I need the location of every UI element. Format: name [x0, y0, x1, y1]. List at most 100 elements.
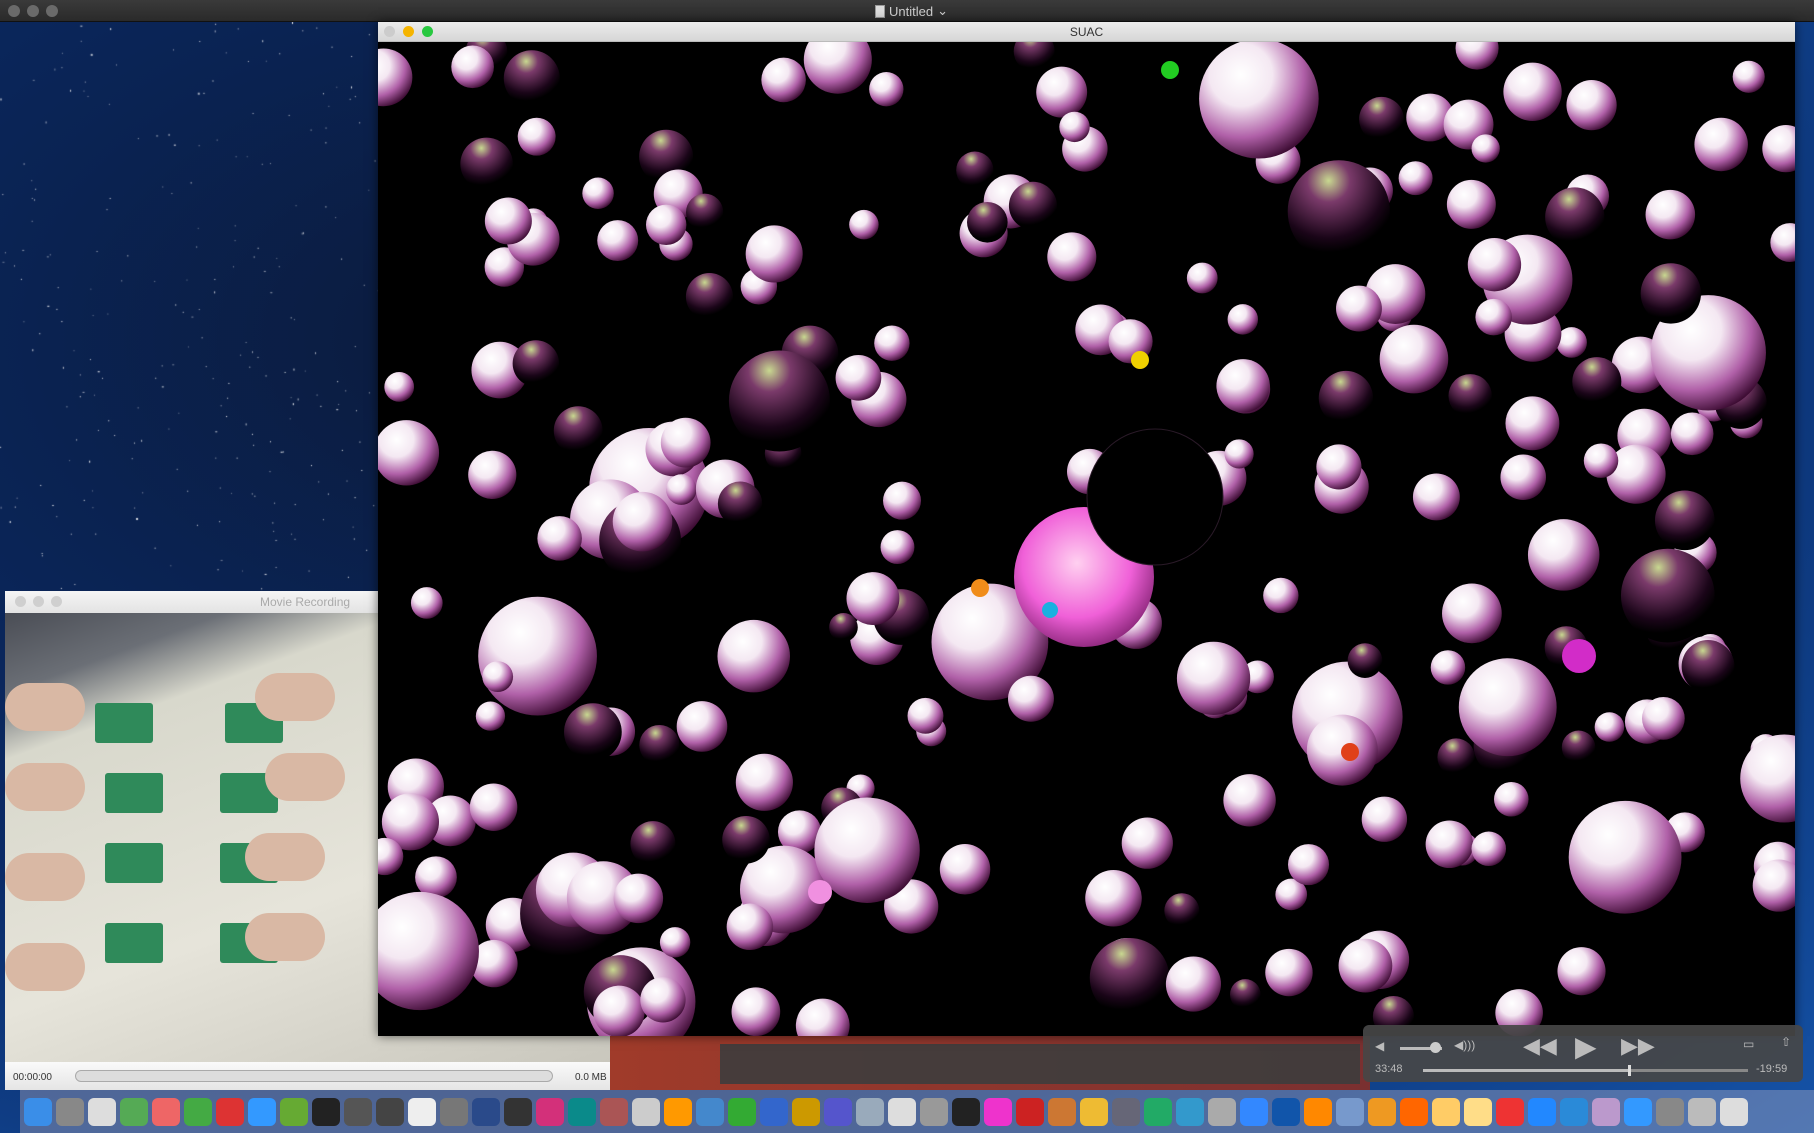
dock-firefox-icon[interactable]: [152, 1097, 180, 1126]
playhead[interactable]: [1627, 1065, 1631, 1076]
close-button[interactable]: [15, 596, 26, 607]
dock-p5-icon[interactable]: [536, 1097, 564, 1126]
dock-todo-icon[interactable]: [1080, 1097, 1108, 1126]
sphere: [512, 340, 560, 387]
sphere: [1493, 781, 1529, 817]
dock-quicktime-icon[interactable]: [1336, 1097, 1364, 1126]
dock-pycharm-icon[interactable]: [504, 1097, 532, 1126]
dock-sound-icon[interactable]: [1592, 1097, 1620, 1126]
minimize-button[interactable]: [33, 596, 44, 607]
dock-disk-icon[interactable]: [1112, 1097, 1140, 1126]
zoom-button[interactable]: [46, 5, 58, 17]
dock-launchpad-icon[interactable]: [56, 1097, 84, 1126]
sphere: [1121, 817, 1173, 869]
sphere: [1089, 937, 1170, 1018]
dock-books-icon[interactable]: [824, 1097, 852, 1126]
close-button[interactable]: [8, 5, 20, 17]
dock-clapper-icon[interactable]: [1304, 1097, 1332, 1126]
dock-game-icon[interactable]: [600, 1097, 628, 1126]
dock-bbedit-icon[interactable]: [280, 1097, 308, 1126]
dock-app-store-icon[interactable]: [1240, 1097, 1268, 1126]
dock-script-icon[interactable]: [792, 1097, 820, 1126]
dock-notes-icon[interactable]: [88, 1097, 116, 1126]
dock-audio-icon[interactable]: [376, 1097, 404, 1126]
dock-camera-icon[interactable]: [920, 1097, 948, 1126]
dock-airplane-icon[interactable]: [664, 1097, 692, 1126]
document-title[interactable]: Untitled ⌄: [875, 3, 948, 19]
dock-prism-icon[interactable]: [728, 1097, 756, 1126]
dock-wifi-icon[interactable]: [1624, 1097, 1652, 1126]
sphere: [1442, 583, 1502, 644]
dock-finder-icon[interactable]: [24, 1097, 52, 1126]
sphere: [1013, 42, 1055, 72]
sphere: [1654, 490, 1715, 551]
finger: [5, 763, 85, 811]
sphere: [1572, 357, 1622, 407]
sphere: [640, 977, 686, 1023]
dock-flash-icon[interactable]: [1016, 1097, 1044, 1126]
dock-itunes-icon[interactable]: [984, 1097, 1012, 1126]
dock-chrome-icon[interactable]: [184, 1097, 212, 1126]
dock-keynote-icon[interactable]: [1432, 1097, 1460, 1126]
dock-home-icon[interactable]: [1176, 1097, 1204, 1126]
dock-photo-booth-icon[interactable]: [1688, 1097, 1716, 1126]
volume-knob[interactable]: [1429, 1042, 1441, 1053]
dock-ftp-icon[interactable]: [1144, 1097, 1172, 1126]
dock-transmit-icon[interactable]: [1208, 1097, 1236, 1126]
dock-settings-icon[interactable]: [1656, 1097, 1684, 1126]
minimize-button[interactable]: [27, 5, 39, 17]
play-button[interactable]: ▶: [1575, 1030, 1597, 1063]
dock-safari-icon[interactable]: [248, 1097, 276, 1126]
window-controls[interactable]: [8, 5, 58, 17]
zoom-button[interactable]: [51, 596, 62, 607]
rewind-button[interactable]: ◀◀: [1523, 1033, 1557, 1059]
sphere: [1437, 738, 1475, 776]
playback-scrubber[interactable]: [1423, 1065, 1748, 1076]
dock-blue-icon[interactable]: [1272, 1097, 1300, 1126]
dock-zoom-icon[interactable]: [1528, 1097, 1556, 1126]
dock-guitar-icon[interactable]: [1048, 1097, 1076, 1126]
share-icon[interactable]: ⇧: [1781, 1035, 1791, 1049]
dock-files-icon[interactable]: [696, 1097, 724, 1126]
finger: [5, 853, 85, 901]
dock-evernote-icon[interactable]: [120, 1097, 148, 1126]
sphere: [1645, 189, 1696, 240]
dock-box-icon[interactable]: [440, 1097, 468, 1126]
sphere: [630, 821, 676, 867]
dock-vivaldi-icon[interactable]: [216, 1097, 244, 1126]
dock-terminal-icon[interactable]: [312, 1097, 340, 1126]
sphere: [1770, 223, 1795, 262]
dock-photos-icon[interactable]: [888, 1097, 916, 1126]
dock-arduino-icon[interactable]: [568, 1097, 596, 1126]
dock-preview-icon[interactable]: [856, 1097, 884, 1126]
dock-triangle-icon[interactable]: [760, 1097, 788, 1126]
dock-spotlight-icon[interactable]: [632, 1097, 660, 1126]
sensor-board: [95, 703, 153, 743]
dock-pd-icon[interactable]: [408, 1097, 436, 1126]
airplay-icon[interactable]: ▭: [1743, 1037, 1754, 1051]
dock-trash-icon[interactable]: [1720, 1097, 1748, 1126]
toolbar: [720, 1044, 1360, 1084]
sphere: [1471, 134, 1500, 163]
fast-forward-button[interactable]: ▶▶: [1621, 1033, 1655, 1059]
remaining-time: -19:59: [1756, 1063, 1788, 1075]
sphere: [475, 701, 506, 731]
dock-pages-icon[interactable]: [1464, 1097, 1492, 1126]
dock-activity-monitor-icon[interactable]: [1560, 1097, 1588, 1126]
accent-dot: [1131, 351, 1149, 369]
finger: [5, 943, 85, 991]
sphere: [967, 201, 1008, 243]
dock-ball-icon[interactable]: [1368, 1097, 1396, 1126]
sphere-visualization[interactable]: [378, 42, 1795, 1036]
dock-mail-icon[interactable]: [1496, 1097, 1524, 1126]
dock-piano-icon[interactable]: [952, 1097, 980, 1126]
sphere: [1475, 298, 1512, 336]
sphere: [1455, 42, 1499, 70]
sphere: [384, 372, 415, 402]
sphere: [553, 406, 603, 456]
dock-vlc-icon[interactable]: [1400, 1097, 1428, 1126]
sphere: [1412, 473, 1460, 521]
dock-processing-icon[interactable]: [472, 1097, 500, 1126]
dock-editor-icon[interactable]: [344, 1097, 372, 1126]
recording-level-bar: [75, 1070, 553, 1082]
